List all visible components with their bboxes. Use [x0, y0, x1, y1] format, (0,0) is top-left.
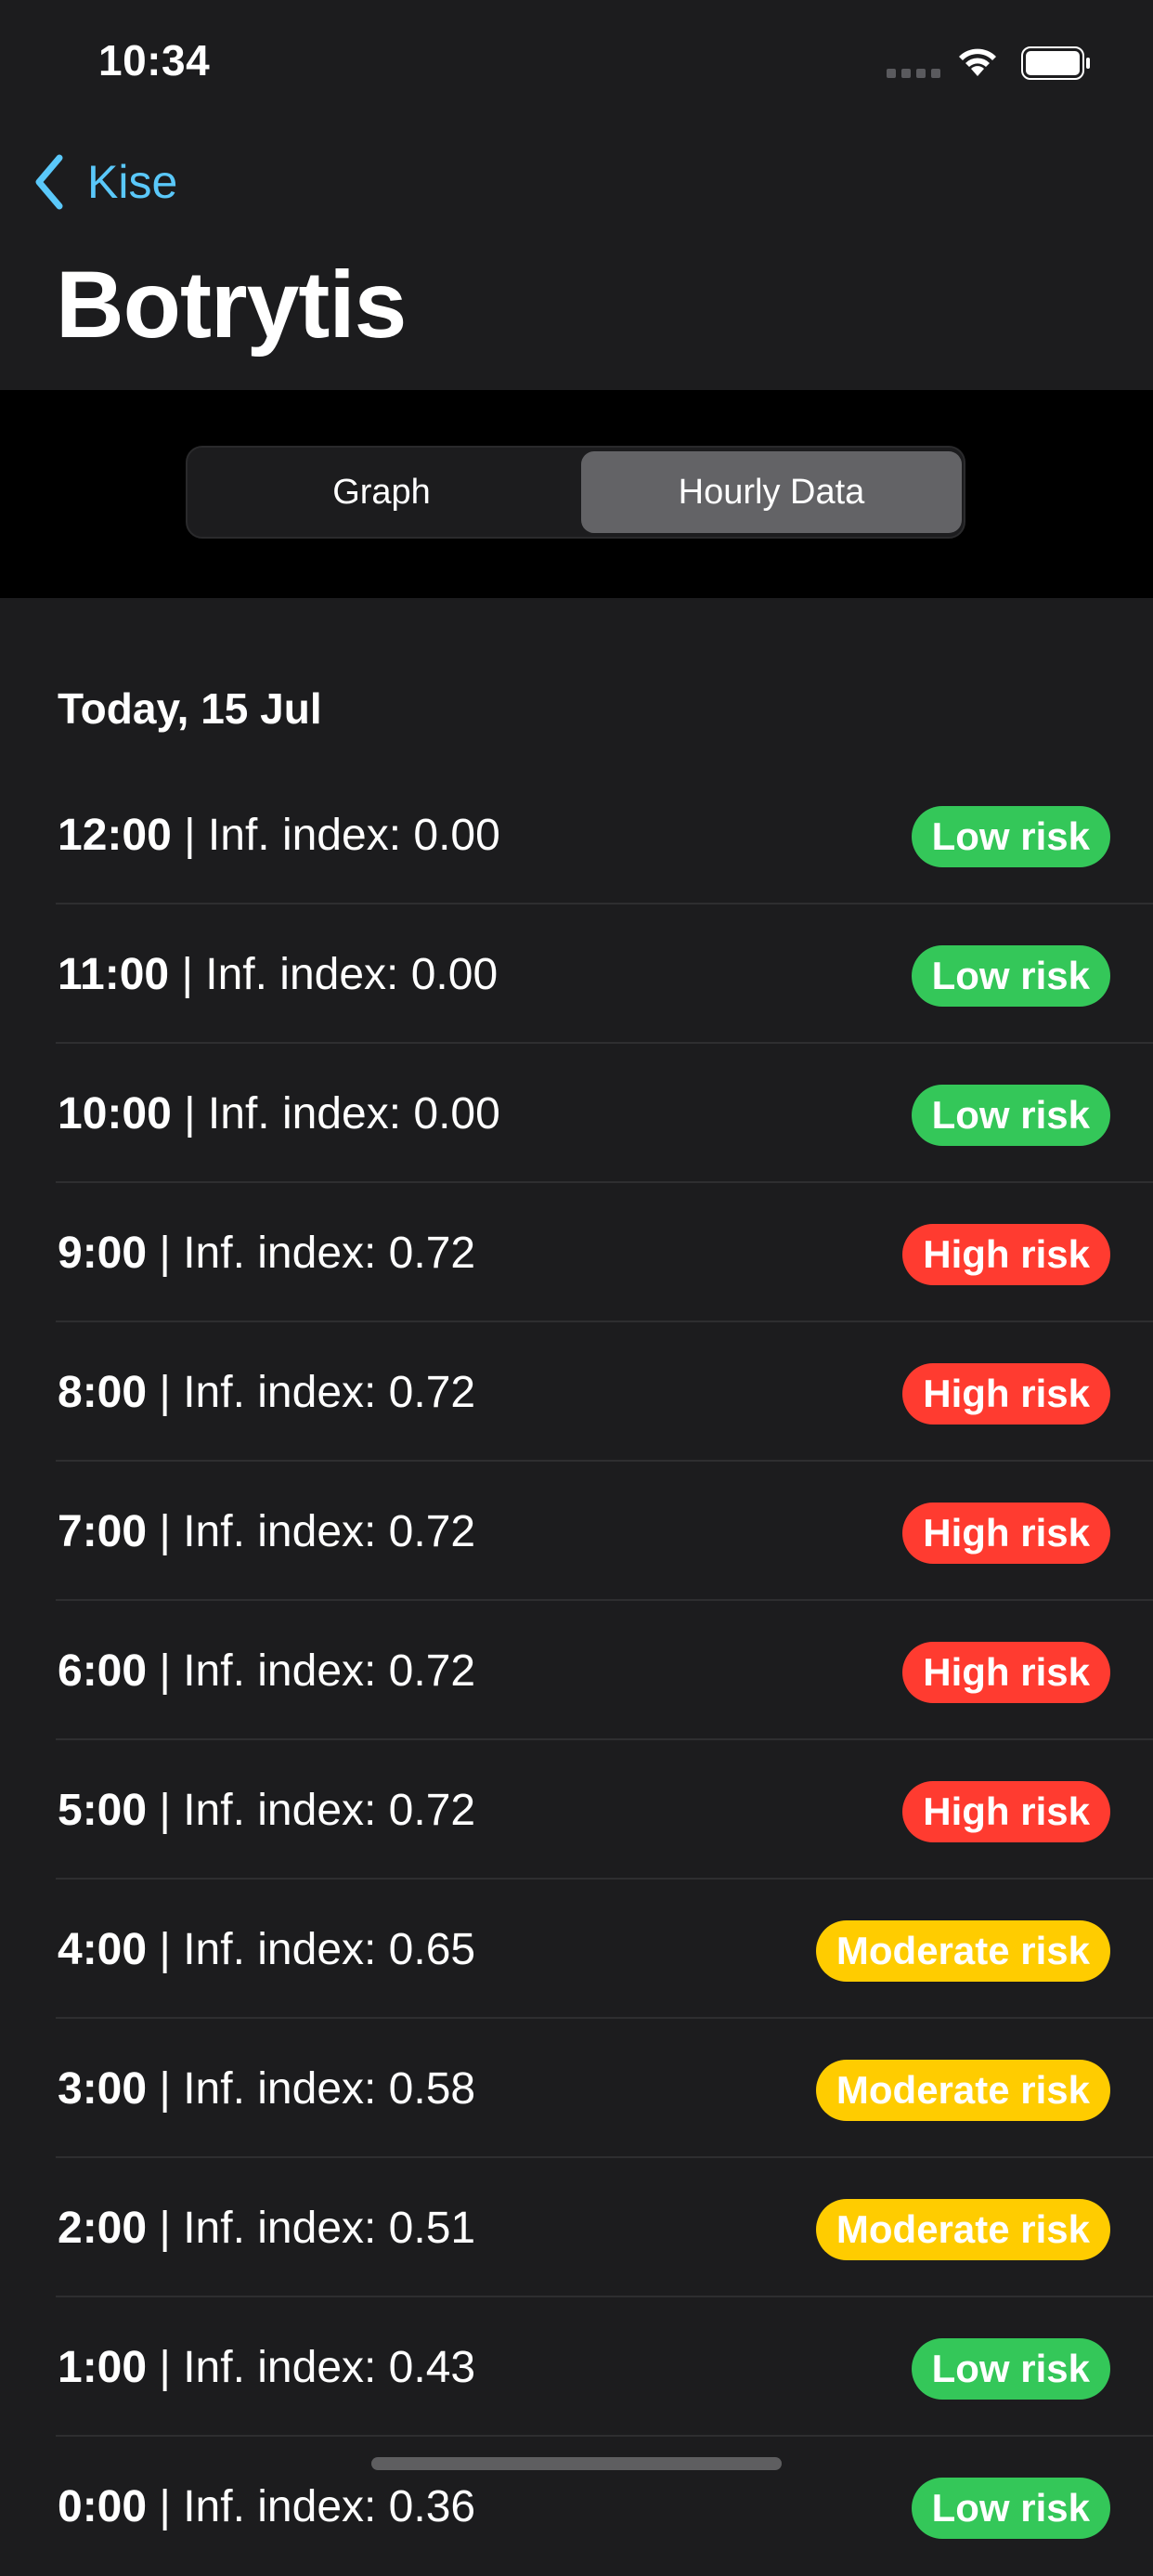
risk-badge: High risk [902, 1642, 1110, 1703]
hourly-list: 12:00 | Inf. index: 0.00 Low risk 11:00 … [0, 765, 1153, 2576]
risk-badge: Low risk [911, 2478, 1110, 2539]
row-text: 12:00 | Inf. index: 0.00 [58, 810, 500, 861]
list-item[interactable]: 2:00 | Inf. index: 0.51 Moderate risk [0, 2158, 1153, 2297]
risk-badge: Moderate risk [815, 2060, 1110, 2121]
segment-hourly-data[interactable]: Hourly Data [581, 451, 962, 533]
row-text: 8:00 | Inf. index: 0.72 [58, 1367, 475, 1418]
row-text: 7:00 | Inf. index: 0.72 [58, 1506, 475, 1557]
list-item[interactable]: 4:00 | Inf. index: 0.65 Moderate risk [0, 1880, 1153, 2019]
row-hour: 9:00 [58, 1229, 148, 1278]
row-hour: 3:00 [58, 2064, 148, 2114]
row-hour: 8:00 [58, 1368, 148, 1417]
battery-icon [1021, 46, 1090, 80]
row-index: | Inf. index: 0.36 [147, 2482, 476, 2531]
row-hour: 0:00 [58, 2482, 148, 2531]
list-item[interactable]: 12:00 | Inf. index: 0.00 Low risk [0, 765, 1153, 904]
risk-badge: Low risk [911, 806, 1110, 867]
row-index: | Inf. index: 0.00 [171, 1089, 500, 1138]
row-text: 9:00 | Inf. index: 0.72 [58, 1228, 475, 1279]
row-index: | Inf. index: 0.72 [147, 1786, 476, 1835]
page-title: Botrytis [56, 252, 407, 358]
row-index: | Inf. index: 0.72 [147, 1646, 476, 1696]
status-time: 10:34 [98, 36, 211, 85]
risk-badge: High risk [902, 1781, 1110, 1842]
list-item[interactable]: 6:00 | Inf. index: 0.72 High risk [0, 1601, 1153, 1740]
segmented-control: Graph Hourly Data [186, 446, 965, 539]
row-text: 6:00 | Inf. index: 0.72 [58, 1646, 475, 1697]
risk-badge: High risk [902, 1503, 1110, 1564]
row-index: | Inf. index: 0.72 [147, 1229, 476, 1278]
row-index: | Inf. index: 0.58 [147, 2064, 476, 2114]
row-text: 5:00 | Inf. index: 0.72 [58, 1785, 475, 1836]
row-hour: 2:00 [58, 2204, 148, 2253]
row-hour: 7:00 [58, 1507, 148, 1556]
risk-badge: Moderate risk [815, 2199, 1110, 2260]
row-hour: 11:00 [58, 950, 170, 999]
list-item[interactable]: 1:00 | Inf. index: 0.43 Low risk [0, 2297, 1153, 2437]
back-button[interactable]: Kise [32, 154, 177, 210]
row-hour: 12:00 [58, 811, 172, 860]
row-hour: 5:00 [58, 1786, 148, 1835]
row-text: 10:00 | Inf. index: 0.00 [58, 1088, 500, 1139]
list-item[interactable]: 8:00 | Inf. index: 0.72 High risk [0, 1322, 1153, 1462]
row-text: 11:00 | Inf. index: 0.00 [58, 949, 498, 1000]
row-hour: 1:00 [58, 2343, 148, 2392]
home-indicator[interactable] [371, 2457, 782, 2470]
list-item[interactable]: 10:00 | Inf. index: 0.00 Low risk [0, 1044, 1153, 1183]
row-index: | Inf. index: 0.00 [171, 811, 500, 860]
list-item[interactable]: 5:00 | Inf. index: 0.72 High risk [0, 1740, 1153, 1880]
row-text: 0:00 | Inf. index: 0.36 [58, 2481, 475, 2532]
row-text: 1:00 | Inf. index: 0.43 [58, 2342, 475, 2393]
navigation-bar: Kise Botrytis [0, 121, 1153, 391]
cellular-signal-icon [887, 69, 940, 78]
row-text: 4:00 | Inf. index: 0.65 [58, 1924, 475, 1975]
row-index: | Inf. index: 0.72 [147, 1507, 476, 1556]
risk-badge: Moderate risk [815, 1920, 1110, 1982]
row-hour: 10:00 [58, 1089, 172, 1138]
segment-area: Graph Hourly Data [0, 390, 1153, 598]
risk-badge: High risk [902, 1363, 1110, 1425]
risk-badge: Low risk [911, 945, 1110, 1007]
row-index: | Inf. index: 0.51 [147, 2204, 476, 2253]
list-item[interactable]: 9:00 | Inf. index: 0.72 High risk [0, 1183, 1153, 1322]
chevron-left-icon [35, 154, 63, 210]
row-index: | Inf. index: 0.65 [147, 1925, 476, 1974]
row-text: 3:00 | Inf. index: 0.58 [58, 2063, 475, 2114]
section-header: Today, 15 Jul [0, 598, 1153, 765]
wifi-icon [959, 48, 996, 76]
row-hour: 4:00 [58, 1925, 148, 1974]
section-title: Today, 15 Jul [58, 684, 322, 733]
risk-badge: Low risk [911, 1085, 1110, 1146]
list-item[interactable]: 3:00 | Inf. index: 0.58 Moderate risk [0, 2019, 1153, 2158]
status-bar: 10:34 [0, 0, 1153, 121]
row-text: 2:00 | Inf. index: 0.51 [58, 2203, 475, 2254]
row-hour: 6:00 [58, 1646, 148, 1696]
row-index: | Inf. index: 0.00 [169, 950, 499, 999]
list-item[interactable]: 11:00 | Inf. index: 0.00 Low risk [0, 904, 1153, 1044]
list-item[interactable]: 7:00 | Inf. index: 0.72 High risk [0, 1462, 1153, 1601]
segment-graph[interactable]: Graph [191, 451, 572, 533]
back-label: Kise [87, 156, 178, 208]
risk-badge: Low risk [911, 2338, 1110, 2400]
row-index: | Inf. index: 0.43 [147, 2343, 476, 2392]
row-index: | Inf. index: 0.72 [147, 1368, 476, 1417]
risk-badge: High risk [902, 1224, 1110, 1285]
